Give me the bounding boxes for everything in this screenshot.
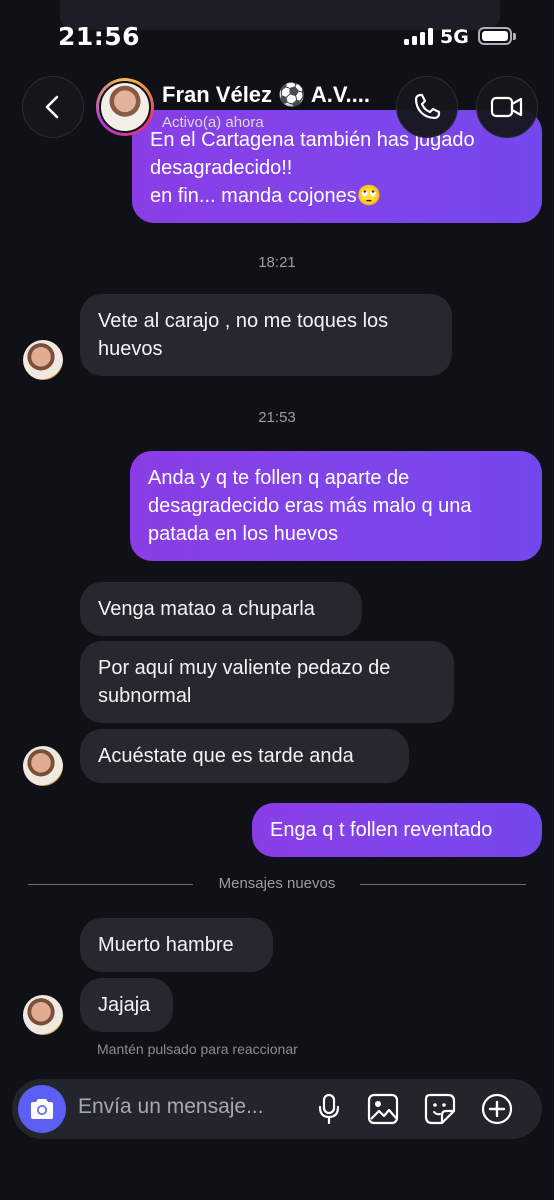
camera-button[interactable] bbox=[18, 1085, 66, 1133]
sender-avatar[interactable] bbox=[23, 746, 63, 786]
message-bubble-incoming[interactable]: Vete al carajo , no me toques los huevos bbox=[80, 294, 452, 376]
camera-icon bbox=[31, 1099, 53, 1119]
sticker-icon bbox=[424, 1093, 456, 1125]
new-messages-divider: Mensajes nuevos bbox=[28, 873, 526, 897]
sticker-button[interactable] bbox=[423, 1092, 457, 1126]
chat-header: Fran Vélez ⚽ A.V.... Activo(a) ahora bbox=[0, 70, 554, 142]
status-bar: 21:56 5G bbox=[0, 0, 554, 70]
message-bubble-incoming[interactable]: Por aquí muy valiente pedazo de subnorma… bbox=[80, 641, 454, 723]
status-time: 21:56 bbox=[58, 22, 141, 51]
gallery-button[interactable] bbox=[366, 1092, 400, 1126]
message-bubble-incoming[interactable]: Muerto hambre bbox=[80, 918, 273, 972]
more-options-button[interactable] bbox=[480, 1092, 514, 1126]
audio-call-button[interactable] bbox=[396, 76, 458, 138]
back-button[interactable] bbox=[22, 76, 84, 138]
message-composer bbox=[12, 1079, 542, 1139]
signal-icon bbox=[404, 28, 433, 45]
contact-name[interactable]: Fran Vélez ⚽ A.V.... bbox=[162, 82, 402, 108]
sender-avatar[interactable] bbox=[23, 340, 63, 380]
phone-icon bbox=[414, 93, 441, 120]
message-input[interactable] bbox=[78, 1095, 298, 1119]
voice-message-button[interactable] bbox=[312, 1092, 346, 1126]
network-label: 5G bbox=[440, 26, 469, 48]
sender-avatar[interactable] bbox=[23, 995, 63, 1035]
reaction-hint: Mantén pulsado para reaccionar bbox=[97, 1041, 298, 1057]
video-camera-icon bbox=[490, 96, 523, 118]
chevron-left-icon bbox=[45, 95, 59, 119]
message-bubble-incoming[interactable]: Venga matao a chuparla bbox=[80, 582, 362, 636]
battery-icon bbox=[478, 27, 516, 45]
message-timestamp: 21:53 bbox=[258, 409, 296, 426]
contact-status: Activo(a) ahora bbox=[162, 114, 264, 131]
plus-circle-icon bbox=[481, 1093, 513, 1125]
contact-avatar[interactable] bbox=[96, 78, 154, 136]
video-call-button[interactable] bbox=[476, 76, 538, 138]
message-bubble-incoming[interactable]: Acuéstate que es tarde anda bbox=[80, 729, 409, 783]
message-timestamp: 18:21 bbox=[258, 254, 296, 271]
message-bubble-incoming[interactable]: Jajaja bbox=[80, 978, 173, 1032]
image-icon bbox=[367, 1093, 399, 1125]
message-bubble-outgoing[interactable]: Enga q t follen reventado bbox=[252, 803, 542, 857]
microphone-icon bbox=[318, 1093, 340, 1125]
message-bubble-outgoing[interactable]: Anda y q te follen q aparte de desagrade… bbox=[130, 451, 542, 561]
